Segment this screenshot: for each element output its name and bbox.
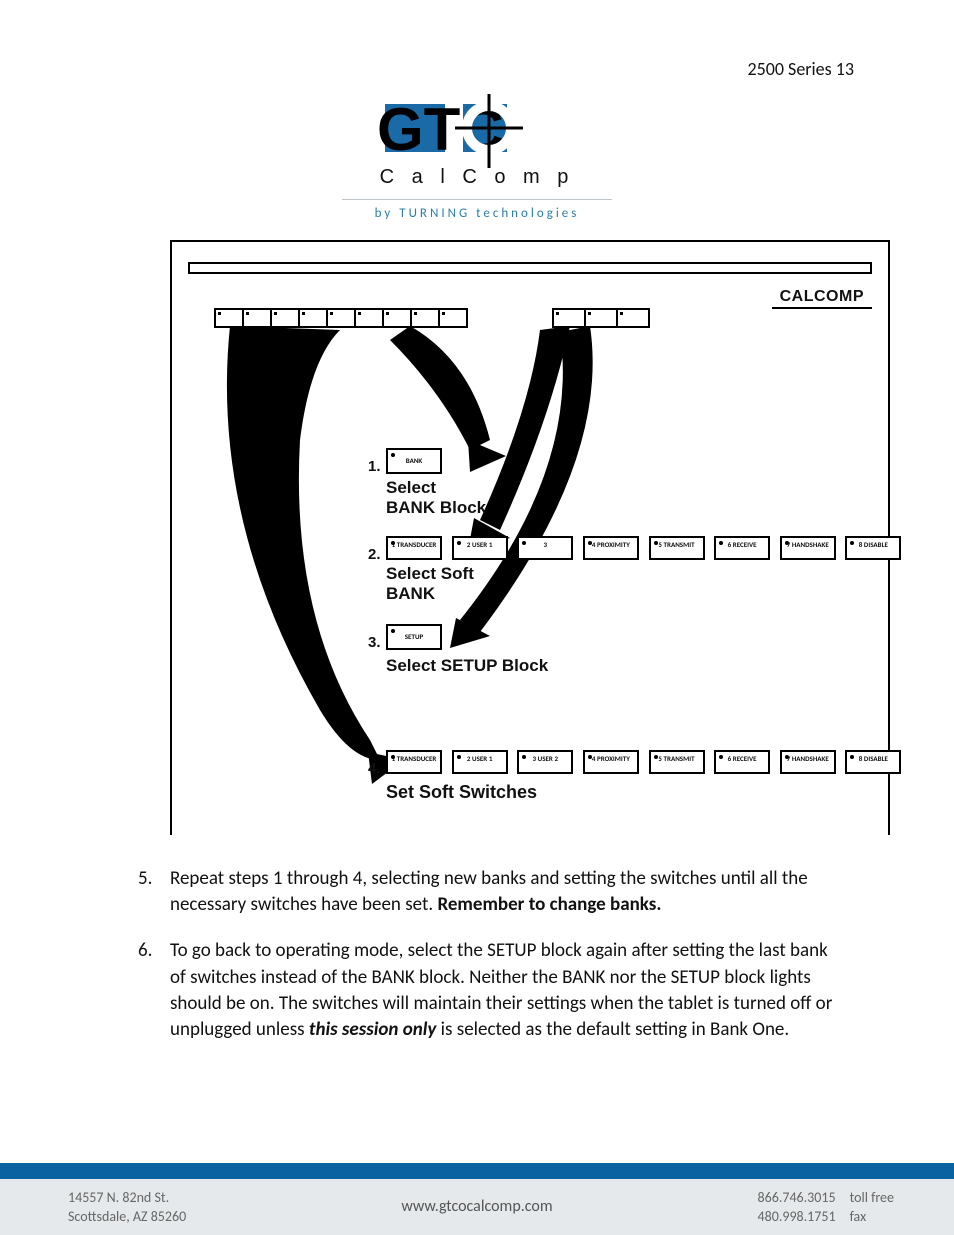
step-2-label-a: Select Soft — [386, 564, 474, 584]
list-text: Repeat steps 1 through 4, selecting new … — [170, 866, 844, 918]
footer-url: www.gtcocalcomp.com — [401, 1197, 552, 1216]
step-4-label: Set Soft Switches — [386, 782, 537, 803]
page: 2500 Series 13 GTC C a l C o m p by TURN… — [0, 0, 954, 1235]
logo-block: GTC C a l C o m p by TURNING technologie… — [342, 94, 612, 221]
step-3-number: 3. — [368, 634, 381, 651]
gtco-logo-icon: GTC — [377, 94, 577, 170]
bank-block-box: BANK — [386, 448, 442, 474]
footer-address: 14557 N. 82nd St. Scottsdale, AZ 85260 — [68, 1189, 186, 1227]
page-number: 2500 Series 13 — [747, 58, 854, 80]
list-item-6: 6. To go back to operating mode, select … — [138, 938, 844, 1043]
logo-byline: by TURNING technologies — [342, 206, 612, 221]
step-4-cells: 1 TRANSDUCER 2 USER 1 3 USER 2 4 PROXIMI… — [386, 750, 907, 774]
step-1-label-a: Select — [386, 478, 436, 498]
logo-subtext: C a l C o m p — [342, 166, 612, 189]
list-item-5: 5. Repeat steps 1 through 4, selecting n… — [138, 866, 844, 918]
list-number: 6. — [138, 938, 170, 1043]
body-list: 5. Repeat steps 1 through 4, selecting n… — [138, 866, 844, 1063]
setup-diagram: CALCOMP 1. BANK Select BANK Blo — [170, 240, 890, 835]
logo-divider — [342, 199, 612, 200]
footer-blue-bar — [0, 1163, 954, 1179]
step-2-label-b: BANK — [386, 584, 435, 604]
step-1-number: 1. — [368, 458, 381, 475]
footer-phones: 866.746.3015toll free 480.998.1751fax — [758, 1189, 894, 1227]
footer-gray-bar: 14557 N. 82nd St. Scottsdale, AZ 85260 w… — [0, 1179, 954, 1235]
step-2-cells: 1 TRANSDUCER 2 USER 1 3 4 PROXIMITY 5 TR… — [386, 536, 907, 560]
step-4-number: 4. — [368, 760, 381, 777]
list-number: 5. — [138, 866, 170, 918]
list-text: To go back to operating mode, select the… — [170, 938, 844, 1043]
step-3-label: Select SETUP Block — [386, 656, 548, 676]
step-2-number: 2. — [368, 546, 381, 563]
footer: 14557 N. 82nd St. Scottsdale, AZ 85260 w… — [0, 1163, 954, 1235]
setup-block-box: SETUP — [386, 624, 442, 650]
step-1-label-b: BANK Block — [386, 498, 486, 518]
